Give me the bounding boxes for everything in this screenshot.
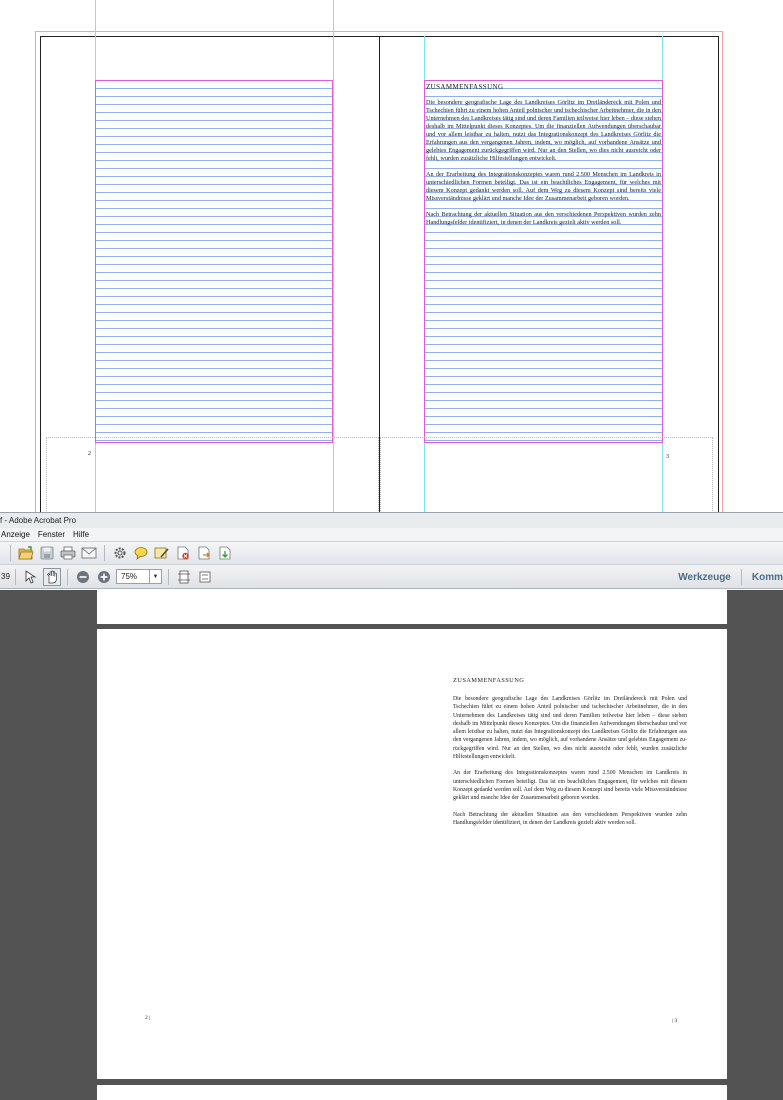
pdf-delete-icon[interactable] bbox=[174, 544, 192, 562]
empty-text-frame[interactable] bbox=[95, 80, 333, 443]
pdf-paragraph: An der Erarbeitung des Integrationskonze… bbox=[453, 770, 687, 802]
column-guide[interactable] bbox=[333, 0, 334, 512]
fit-width-icon[interactable] bbox=[196, 568, 214, 586]
pdf-section-heading: ZUSAMMENFASSUNG bbox=[453, 677, 525, 684]
document-viewer[interactable]: ZUSAMMENFASSUNG Die besondere geografisc… bbox=[0, 590, 783, 1100]
email-icon[interactable] bbox=[80, 544, 98, 562]
fit-page-icon[interactable] bbox=[175, 568, 193, 586]
menu-hilfe[interactable]: Hilfe bbox=[73, 528, 89, 541]
indesign-spread: ZUSAMMENFASSUNG Die besondere geografisc… bbox=[0, 0, 783, 512]
window-title: f - Adobe Acrobat Pro bbox=[0, 512, 783, 528]
comment-icon[interactable] bbox=[132, 544, 150, 562]
pdf-paragraph: Die besondere geografische Lage des Land… bbox=[453, 696, 687, 761]
menu-fenster[interactable]: Fenster bbox=[38, 528, 65, 541]
menu-anzeige[interactable]: Anzeige bbox=[1, 528, 30, 541]
master-footer-frame bbox=[46, 437, 379, 512]
body-paragraph: An der Erarbeitung des Integrationskonze… bbox=[426, 171, 661, 202]
zoom-select[interactable]: ▼ bbox=[116, 569, 162, 584]
page-number-left: 2 bbox=[88, 451, 91, 457]
export-icon[interactable] bbox=[195, 544, 213, 562]
pdf-page-spread: ZUSAMMENFASSUNG Die besondere geografisc… bbox=[97, 629, 727, 1079]
tools-pane-button[interactable]: Werkzeuge bbox=[668, 572, 741, 583]
navigation-toolbar: 39 ▼ Werkzeuge Komm bbox=[0, 565, 783, 589]
settings-icon[interactable] bbox=[111, 544, 129, 562]
menu-bar: Anzeige Fenster Hilfe bbox=[0, 528, 783, 541]
main-toolbar bbox=[0, 541, 783, 565]
import-icon[interactable] bbox=[216, 544, 234, 562]
body-paragraph: Nach Betrachtung der aktuellen Situation… bbox=[426, 211, 661, 226]
comment-pane-button[interactable]: Komm bbox=[742, 572, 783, 583]
open-folder-icon[interactable] bbox=[17, 544, 35, 562]
pdf-paragraph: Nach Betrachtung der aktuellen Situation… bbox=[453, 811, 687, 826]
pdf-page-number-right: | 3 bbox=[672, 1018, 678, 1024]
page-number-field[interactable]: 39 bbox=[0, 572, 12, 581]
text-frame[interactable]: ZUSAMMENFASSUNG Die besondere geografisc… bbox=[424, 80, 663, 443]
chevron-down-icon[interactable]: ▼ bbox=[149, 570, 161, 583]
hand-tool-icon[interactable] bbox=[43, 567, 61, 586]
zoom-in-icon[interactable] bbox=[95, 568, 113, 586]
print-icon[interactable] bbox=[59, 544, 77, 562]
acrobat-window: f - Adobe Acrobat Pro Anzeige Fenster Hi… bbox=[0, 512, 783, 1100]
pdf-page-previous bbox=[97, 590, 727, 624]
pdf-page-next bbox=[97, 1085, 727, 1100]
select-cursor-icon[interactable] bbox=[22, 568, 40, 586]
zoom-input[interactable] bbox=[117, 570, 149, 583]
master-footer-frame bbox=[380, 437, 713, 512]
pdf-page-number-left: 2 | bbox=[145, 1015, 151, 1021]
section-heading: ZUSAMMENFASSUNG bbox=[426, 83, 504, 91]
save-icon[interactable] bbox=[38, 544, 56, 562]
page-number-right: 3 bbox=[666, 454, 669, 460]
body-paragraph: Die besondere geografische Lage des Land… bbox=[426, 99, 661, 162]
sign-icon[interactable] bbox=[153, 544, 171, 562]
zoom-out-icon[interactable] bbox=[74, 568, 92, 586]
